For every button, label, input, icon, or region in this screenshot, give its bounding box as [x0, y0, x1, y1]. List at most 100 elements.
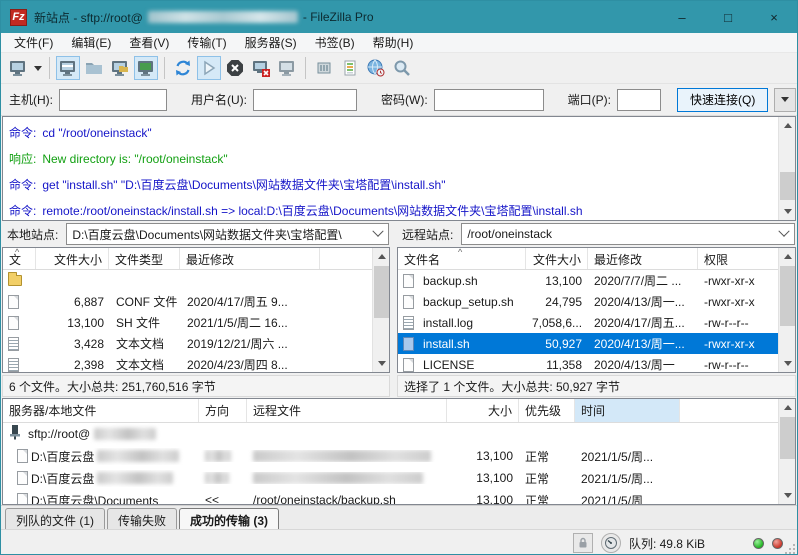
remote-col-perm[interactable]: 权限 — [698, 248, 778, 269]
scroll-down-icon[interactable] — [779, 487, 796, 504]
remote-col-name[interactable]: ^ 文件名 — [398, 248, 526, 269]
refresh-icon[interactable] — [171, 56, 195, 80]
chevron-down-icon[interactable] — [778, 226, 789, 237]
tab-successful-transfers[interactable]: 成功的传输 (3) — [179, 508, 279, 529]
queue-col-priority[interactable]: 优先级 — [519, 399, 575, 422]
scrollbar-thumb[interactable] — [374, 266, 389, 318]
remote-path-combo[interactable]: /root/oneinstack — [461, 223, 795, 245]
scroll-up-icon[interactable] — [779, 399, 796, 416]
reconnect-icon[interactable] — [275, 56, 299, 80]
local-col-modified[interactable]: 最近修改 — [180, 248, 320, 269]
local-file-row[interactable]: 2,398 文本文档 2020/4/23/周四 8... — [3, 354, 372, 372]
password-input[interactable] — [434, 89, 544, 111]
menu-view[interactable]: 查看(V) — [120, 32, 178, 53]
log-line: 响应:New directory is: "/root/oneinstack" — [3, 143, 795, 169]
menu-file[interactable]: 文件(F) — [5, 32, 62, 53]
message-log: 命令:cd "/root/oneinstack" 响应:New director… — [2, 116, 796, 221]
file-size: 13,100 — [526, 274, 588, 288]
minimize-button[interactable]: – — [659, 1, 705, 33]
queue-server-row[interactable]: sftp://root@ — [3, 423, 778, 445]
file-icon — [17, 493, 28, 505]
queue-size: 13,100 — [447, 471, 519, 485]
scrollbar-thumb[interactable] — [780, 172, 795, 200]
queue-col-time[interactable]: 时间 — [575, 399, 680, 422]
remote-file-row[interactable]: LICENSE 11,358 2020/4/13/周一 -rw-r--r-- — [398, 354, 778, 372]
menu-edit[interactable]: 编辑(E) — [62, 32, 120, 53]
lock-icon[interactable] — [573, 533, 593, 553]
queue-col-direction[interactable]: 方向 — [199, 399, 247, 422]
queue-file-row[interactable]: D:\百度云盘 13,100 正常 2021/1/5/周... — [3, 445, 778, 467]
filter-icon[interactable] — [312, 56, 336, 80]
scroll-down-icon[interactable] — [373, 355, 390, 372]
connection-ok-indicator — [753, 538, 764, 549]
queue-col-size[interactable]: 大小 — [447, 399, 519, 422]
local-col-name[interactable]: ^ 文 — [3, 248, 36, 269]
resize-grip-icon[interactable] — [783, 542, 795, 554]
host-input[interactable] — [59, 89, 167, 111]
quickconnect-button[interactable]: 快速连接(Q) — [677, 88, 768, 112]
chevron-down-icon[interactable] — [372, 226, 383, 237]
remote-list-scrollbar[interactable] — [778, 248, 795, 372]
log-scrollbar[interactable] — [778, 117, 795, 220]
menu-bookmarks[interactable]: 书签(B) — [306, 32, 364, 53]
scroll-up-icon[interactable] — [779, 117, 796, 134]
queue-col-local[interactable]: 服务器/本地文件 — [3, 399, 199, 422]
username-input[interactable] — [253, 89, 357, 111]
remote-pane: 远程站点: /root/oneinstack ^ 文件名 文件大小 最近修改 权… — [396, 221, 797, 397]
tab-failed-transfers[interactable]: 传输失败 — [107, 508, 177, 529]
local-file-row[interactable]: 6,887 CONF 文件 2020/4/17/周五 9... — [3, 291, 372, 312]
port-input[interactable] — [617, 89, 661, 111]
scroll-up-icon[interactable] — [779, 248, 796, 265]
queue-file-row[interactable]: D:\百度云盘\Documents << /root/oneinstack/ba… — [3, 489, 778, 505]
scrollbar-thumb[interactable] — [780, 417, 795, 459]
local-col-type[interactable]: 文件类型 — [109, 248, 180, 269]
queue-col-remote[interactable]: 远程文件 — [247, 399, 447, 422]
menu-transfer[interactable]: 传输(T) — [178, 32, 235, 53]
file-modified: 2020/4/17/周五 9... — [181, 293, 321, 310]
remote-file-row[interactable]: install.log 7,058,6... 2020/4/17/周五... -… — [398, 312, 778, 333]
menu-help[interactable]: 帮助(H) — [364, 32, 423, 53]
cancel-operation-icon[interactable] — [223, 56, 247, 80]
toggle-local-tree-icon[interactable] — [82, 56, 106, 80]
quickconnect-dropdown-icon[interactable] — [774, 88, 796, 112]
maximize-button[interactable]: □ — [705, 1, 751, 33]
site-manager-icon[interactable] — [6, 56, 30, 80]
site-manager-dropdown-icon[interactable] — [31, 56, 44, 80]
close-button[interactable]: × — [751, 1, 797, 33]
disconnect-icon[interactable] — [249, 56, 273, 80]
toggle-transfer-queue-icon[interactable] — [134, 56, 158, 80]
synchronized-browsing-icon[interactable] — [364, 56, 388, 80]
remote-file-row[interactable]: backup_setup.sh 24,795 2020/4/13/周一... -… — [398, 291, 778, 312]
toolbar — [1, 53, 797, 84]
scroll-up-icon[interactable] — [373, 248, 390, 265]
process-queue-icon[interactable] — [197, 56, 221, 80]
remote-file-row[interactable]: backup.sh 13,100 2020/7/7/周二 ... -rwxr-x… — [398, 270, 778, 291]
queue-scrollbar[interactable] — [778, 399, 795, 504]
toggle-message-log-icon[interactable] — [56, 56, 80, 80]
menu-server[interactable]: 服务器(S) — [236, 32, 306, 53]
scroll-down-icon[interactable] — [779, 203, 796, 220]
file-panes: 本地站点: D:\百度云盘\Documents\网站数据文件夹\宝塔配置\ ^ … — [1, 221, 797, 397]
scroll-down-icon[interactable] — [779, 355, 796, 372]
queue-time: 2021/1/5/周... — [575, 470, 680, 487]
remote-col-size[interactable]: 文件大小 — [526, 248, 588, 269]
local-file-row[interactable]: 13,100 SH 文件 2021/1/5/周二 16... — [3, 312, 372, 333]
directory-comparison-icon[interactable] — [338, 56, 362, 80]
tab-queued-files[interactable]: 列队的文件 (1) — [5, 508, 105, 529]
queue-column-header: 服务器/本地文件 方向 远程文件 大小 优先级 时间 — [3, 399, 795, 423]
file-search-icon[interactable] — [390, 56, 414, 80]
speed-limit-gauge-icon[interactable] — [601, 533, 621, 553]
local-col-size[interactable]: 文件大小 — [36, 248, 109, 269]
remote-file-row-selected[interactable]: install.sh 50,927 2020/4/13/周一... -rwxr-… — [398, 333, 778, 354]
remote-site-label: 远程站点: — [398, 223, 457, 246]
queue-file-row[interactable]: D:\百度云盘 13,100 正常 2021/1/5/周... — [3, 467, 778, 489]
toggle-remote-tree-icon[interactable] — [108, 56, 132, 80]
log-line: 命令:get "install.sh" "D:\百度云盘\Documents\网… — [3, 169, 795, 195]
local-list-scrollbar[interactable] — [372, 248, 389, 372]
local-file-row[interactable] — [3, 270, 372, 291]
local-path-combo[interactable]: D:\百度云盘\Documents\网站数据文件夹\宝塔配置\ — [66, 223, 389, 245]
remote-col-modified[interactable]: 最近修改 — [588, 248, 698, 269]
local-file-row[interactable]: 3,428 文本文档 2019/12/21/周六 ... — [3, 333, 372, 354]
scrollbar-thumb[interactable] — [780, 266, 795, 326]
remote-rows: backup.sh 13,100 2020/7/7/周二 ... -rwxr-x… — [398, 270, 795, 372]
